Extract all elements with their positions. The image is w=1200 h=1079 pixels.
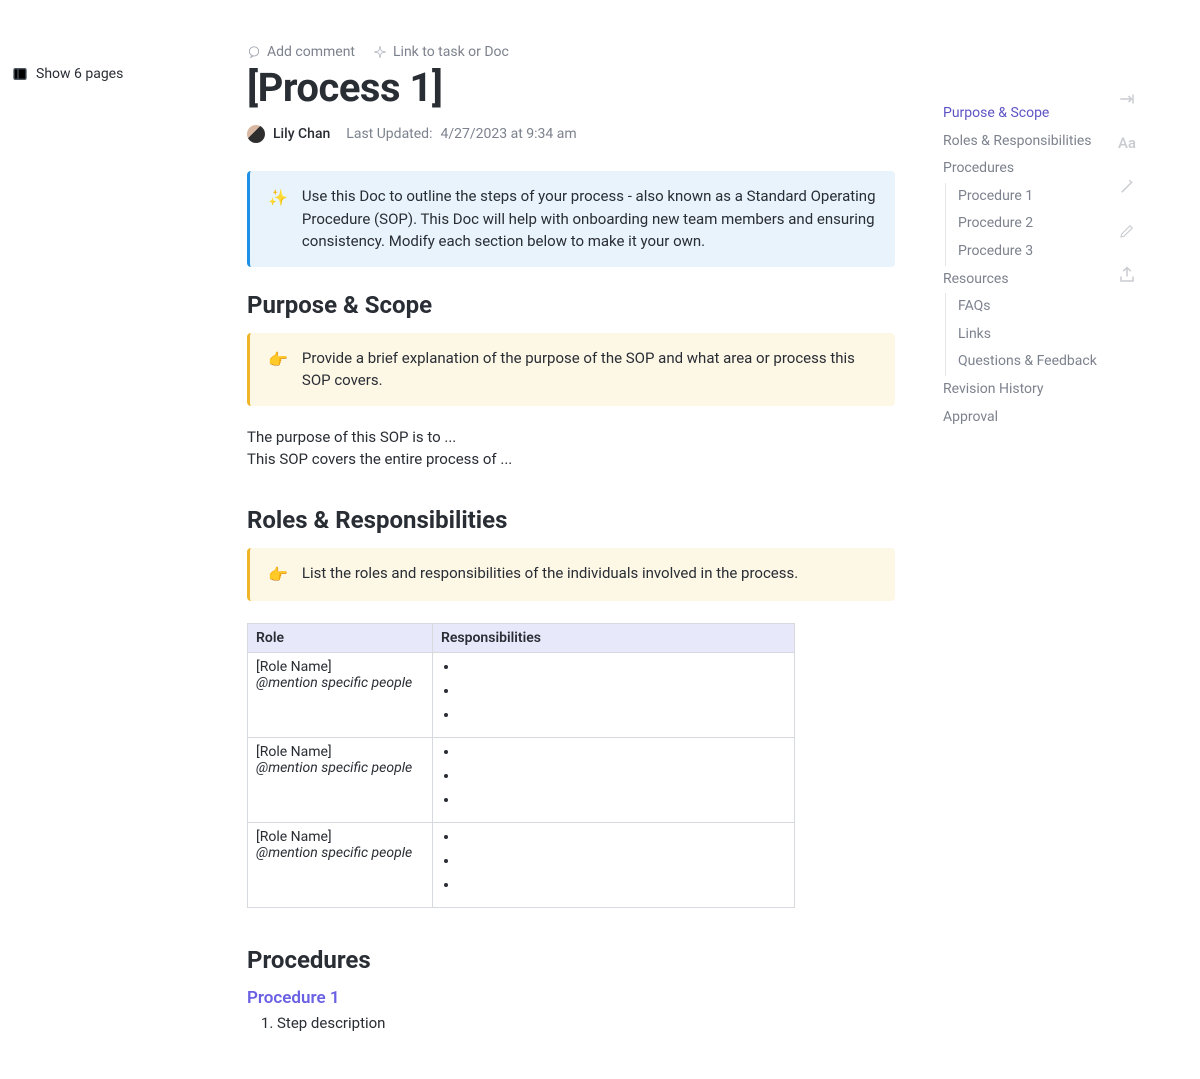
add-comment-label: Add comment xyxy=(267,44,355,60)
table-row[interactable]: [Role Name] @mention specific people xyxy=(248,738,795,823)
outline-purpose[interactable]: Purpose & Scope xyxy=(943,100,1098,128)
purpose-heading[interactable]: Purpose & Scope xyxy=(247,291,895,319)
share-icon[interactable] xyxy=(1118,266,1136,284)
table-row[interactable]: [Role Name] @mention specific people xyxy=(248,653,795,738)
updated-value: 4/27/2023 at 9:34 am xyxy=(440,126,576,142)
purpose-line-2[interactable]: This SOP covers the entire process of ..… xyxy=(247,450,895,468)
outline-procedure-1[interactable]: Procedure 1 xyxy=(945,183,1098,211)
link-doc-button[interactable]: Link to task or Doc xyxy=(373,44,509,60)
step-item[interactable]: Step description xyxy=(277,1014,895,1032)
role-name-cell: [Role Name] xyxy=(256,744,424,760)
add-comment-button[interactable]: Add comment xyxy=(247,44,355,60)
link-doc-label: Link to task or Doc xyxy=(393,44,509,60)
procedures-heading[interactable]: Procedures xyxy=(247,946,895,974)
th-resp: Responsibilities xyxy=(433,624,795,653)
page-title[interactable]: [Process 1] xyxy=(247,64,895,111)
author-name[interactable]: Lily Chan xyxy=(273,126,330,142)
roles-callout[interactable]: 👉 List the roles and responsibilities of… xyxy=(247,548,895,602)
show-pages-label: Show 6 pages xyxy=(36,66,123,82)
purpose-callout-text: Provide a brief explanation of the purpo… xyxy=(302,347,877,392)
outline-procedure-3[interactable]: Procedure 3 xyxy=(945,238,1098,266)
roles-callout-text: List the roles and responsibilities of t… xyxy=(302,562,877,588)
purpose-callout[interactable]: 👉 Provide a brief explanation of the pur… xyxy=(247,333,895,406)
purpose-line-1[interactable]: The purpose of this SOP is to ... xyxy=(247,428,895,446)
intro-callout-text: Use this Doc to outline the steps of you… xyxy=(302,185,877,253)
mention-cell: @mention specific people xyxy=(256,845,412,861)
link-sparkle-icon xyxy=(373,45,387,59)
outline-links[interactable]: Links xyxy=(945,321,1098,349)
resp-list xyxy=(459,829,786,901)
outline-procedures[interactable]: Procedures xyxy=(943,155,1098,183)
outline-procedure-2[interactable]: Procedure 2 xyxy=(945,210,1098,238)
outline-revision[interactable]: Revision History xyxy=(943,376,1098,404)
table-row[interactable]: [Role Name] @mention specific people xyxy=(248,823,795,908)
magic-wand-icon[interactable] xyxy=(1118,178,1136,196)
mention-cell: @mention specific people xyxy=(256,760,412,776)
icon-rail: Aa xyxy=(1118,90,1136,284)
pointing-icon: 👉 xyxy=(268,562,288,588)
byline: Lily Chan Last Updated: 4/27/2023 at 9:3… xyxy=(247,125,895,143)
resp-list xyxy=(459,744,786,816)
edit-icon[interactable] xyxy=(1118,222,1136,240)
intro-callout[interactable]: ✨ Use this Doc to outline the steps of y… xyxy=(247,171,895,267)
resp-list xyxy=(459,659,786,731)
font-size-icon[interactable]: Aa xyxy=(1118,134,1136,152)
procedure-steps[interactable]: Step description xyxy=(277,1014,895,1032)
th-role: Role xyxy=(248,624,433,653)
updated-label: Last Updated: xyxy=(346,126,432,142)
outline-nav: Purpose & Scope Roles & Responsibilities… xyxy=(943,100,1098,431)
outline-faqs[interactable]: FAQs xyxy=(945,293,1098,321)
sparkles-icon: ✨ xyxy=(268,185,288,253)
outline-questions[interactable]: Questions & Feedback xyxy=(945,348,1098,376)
mention-cell: @mention specific people xyxy=(256,675,412,691)
outline-approval[interactable]: Approval xyxy=(943,404,1098,432)
comment-icon xyxy=(247,45,261,59)
roles-heading[interactable]: Roles & Responsibilities xyxy=(247,506,895,534)
roles-table[interactable]: Role Responsibilities [Role Name] @menti… xyxy=(247,623,795,908)
outline-roles[interactable]: Roles & Responsibilities xyxy=(943,128,1098,156)
avatar[interactable] xyxy=(247,125,265,143)
doc-toolbar: Add comment Link to task or Doc xyxy=(247,44,895,60)
sidebar-icon xyxy=(12,66,28,82)
width-icon[interactable] xyxy=(1118,90,1136,108)
procedure-1-heading[interactable]: Procedure 1 xyxy=(247,988,895,1008)
role-name-cell: [Role Name] xyxy=(256,829,424,845)
pointing-icon: 👉 xyxy=(268,347,288,392)
show-pages-button[interactable]: Show 6 pages xyxy=(12,66,123,82)
document-main: Add comment Link to task or Doc [Process… xyxy=(247,0,895,1032)
outline-resources[interactable]: Resources xyxy=(943,266,1098,294)
role-name-cell: [Role Name] xyxy=(256,659,424,675)
